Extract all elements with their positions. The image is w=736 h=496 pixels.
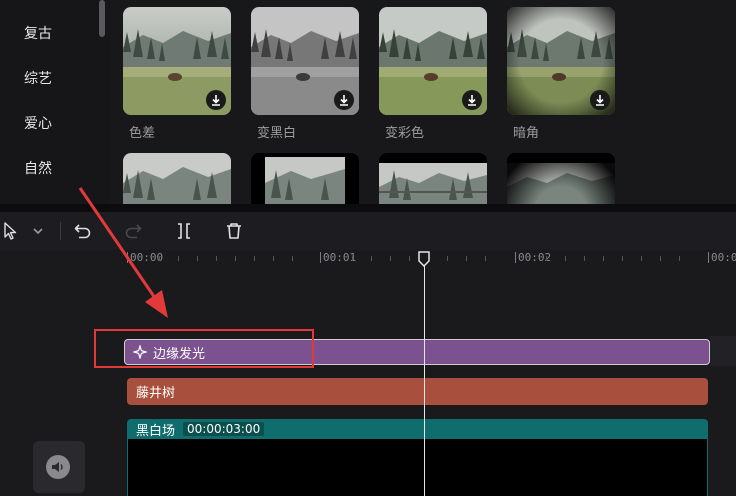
effect-preview-image	[379, 163, 487, 204]
annotation-highlight-box	[94, 329, 314, 368]
effect-preview-image	[265, 157, 345, 204]
track-end-area	[710, 336, 736, 366]
split-icon[interactable]	[173, 220, 195, 242]
download-icon[interactable]	[334, 90, 354, 110]
video-clip-frame	[128, 439, 707, 496]
effect-thumbnail[interactable]	[123, 7, 231, 115]
download-icon[interactable]	[462, 90, 482, 110]
ruler-label: 00:0	[711, 251, 736, 264]
effect-thumbnail[interactable]	[379, 153, 487, 204]
effect-thumbnail[interactable]	[507, 153, 615, 204]
download-icon[interactable]	[590, 90, 610, 110]
effect-label: 变彩色	[385, 126, 425, 141]
effect-thumbnail[interactable]	[251, 153, 359, 204]
download-icon[interactable]	[206, 90, 226, 110]
effect-label: 变黑白	[257, 126, 297, 141]
effect-preview-image	[123, 153, 231, 204]
delete-icon[interactable]	[223, 220, 245, 242]
filter-clip[interactable]: 藤井树	[127, 378, 708, 405]
category-item[interactable]: 复古	[24, 23, 52, 43]
category-item[interactable]: 自然	[24, 158, 52, 178]
category-item[interactable]: 综艺	[24, 68, 52, 88]
playhead-handle[interactable]	[418, 251, 430, 267]
effect-preview-image	[507, 153, 615, 204]
cursor-icon[interactable]	[0, 220, 22, 242]
chevron-down-icon[interactable]	[27, 220, 49, 242]
speaker-icon[interactable]	[46, 455, 70, 479]
effect-label: 暗角	[513, 126, 540, 141]
video-clip-label: 黑白场	[136, 423, 176, 439]
filter-clip-label: 藤井树	[136, 386, 176, 401]
time-ruler[interactable]: 00:00 00:01 00:02 00:0	[125, 250, 736, 272]
category-list: 复古 综艺 爱心 自然	[0, 0, 110, 204]
effect-thumbnail[interactable]	[251, 7, 359, 115]
effect-thumbnail[interactable]	[507, 7, 615, 115]
undo-icon[interactable]	[72, 220, 94, 242]
toolbar-separator	[60, 222, 61, 240]
category-item[interactable]: 爱心	[24, 113, 52, 133]
effect-grid: 色差 变黑白 变彩色 暗角	[110, 0, 736, 204]
category-scrollbar[interactable]	[99, 0, 105, 37]
panel-divider[interactable]	[0, 204, 736, 212]
playhead-line[interactable]	[424, 262, 425, 496]
effect-thumbnail[interactable]	[379, 7, 487, 115]
effect-label: 色差	[129, 126, 156, 141]
video-clip-duration: 00:00:03:00	[183, 422, 265, 436]
redo-icon[interactable]	[122, 220, 144, 242]
timeline-toolbar	[0, 212, 736, 250]
effect-thumbnail[interactable]	[123, 153, 231, 204]
